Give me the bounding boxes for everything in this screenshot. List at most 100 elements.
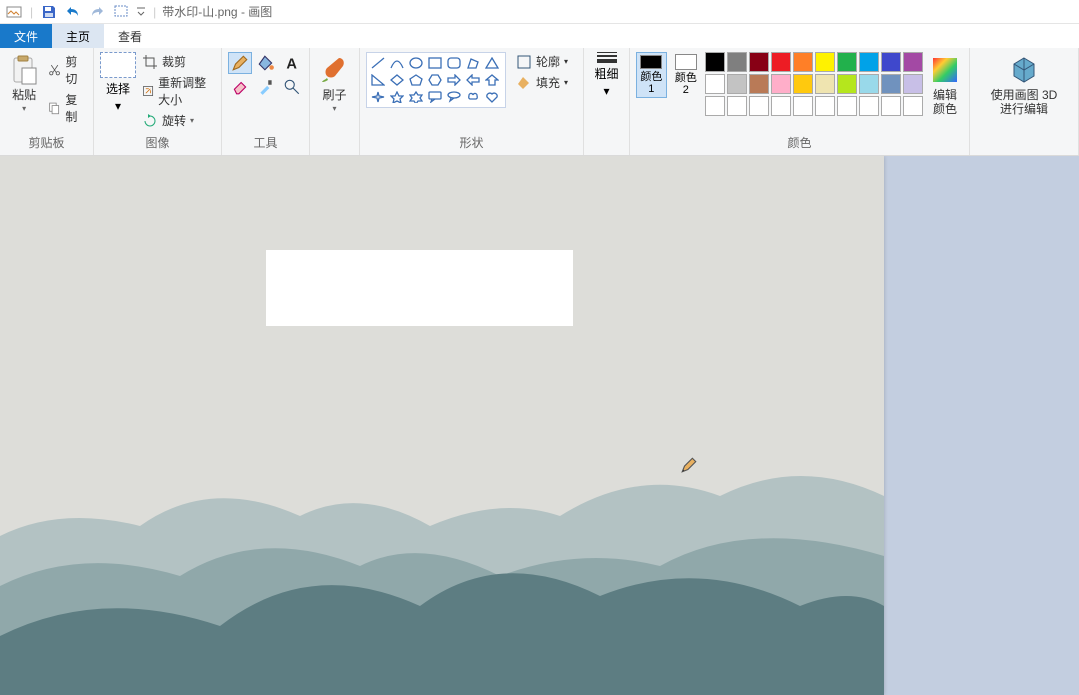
copy-button[interactable]: 复制 — [46, 90, 87, 126]
clipboard-icon — [8, 54, 40, 86]
canvas[interactable] — [0, 156, 884, 695]
shape-star6[interactable] — [407, 89, 425, 105]
save-icon[interactable] — [39, 2, 59, 22]
color1-button[interactable]: 颜色 1 — [636, 52, 667, 98]
shape-fill-button[interactable]: 填充▾ — [514, 73, 570, 92]
palette-swatch[interactable] — [815, 74, 835, 94]
eraser-tool[interactable] — [228, 76, 252, 98]
palette-swatch[interactable] — [771, 52, 791, 72]
selection-icon — [100, 52, 136, 78]
palette-swatch[interactable] — [837, 52, 857, 72]
group-shapes: 轮廓▾ 填充▾ 形状 — [360, 48, 584, 155]
color-picker-tool[interactable] — [254, 76, 278, 98]
shape-right-triangle[interactable] — [369, 72, 387, 88]
palette-swatch[interactable] — [705, 96, 725, 116]
shape-oval[interactable] — [407, 55, 425, 71]
palette-swatch[interactable] — [881, 96, 901, 116]
palette-swatch[interactable] — [859, 74, 879, 94]
palette-swatch[interactable] — [749, 74, 769, 94]
palette-swatch[interactable] — [793, 74, 813, 94]
shape-triangle[interactable] — [483, 55, 501, 71]
qat-selection-icon[interactable] — [111, 2, 131, 22]
paint3d-button[interactable]: 使用画图 3D 进行编辑 — [982, 52, 1066, 118]
palette-swatch[interactable] — [749, 96, 769, 116]
magnifier-tool[interactable] — [280, 76, 304, 98]
shape-curve[interactable] — [388, 55, 406, 71]
palette-swatch[interactable] — [837, 74, 857, 94]
edit-colors-button[interactable]: 编辑颜色 — [927, 52, 963, 118]
shape-arrow-left[interactable] — [464, 72, 482, 88]
fill-tool[interactable] — [254, 52, 278, 74]
palette-swatch[interactable] — [793, 52, 813, 72]
shape-line[interactable] — [369, 55, 387, 71]
svg-text:A: A — [286, 57, 297, 72]
shape-arrow-right[interactable] — [445, 72, 463, 88]
palette-swatch[interactable] — [815, 96, 835, 116]
palette-swatch[interactable] — [881, 52, 901, 72]
shape-arrow-up[interactable] — [483, 72, 501, 88]
shape-pentagon[interactable] — [407, 72, 425, 88]
shape-diamond[interactable] — [388, 72, 406, 88]
paint3d-icon — [1008, 54, 1040, 86]
brushes-button[interactable]: 刷子 ▾ — [316, 52, 353, 115]
paste-button[interactable]: 粘贴 ▾ — [6, 52, 42, 115]
tab-home[interactable]: 主页 — [52, 24, 104, 48]
shape-rect[interactable] — [426, 55, 444, 71]
palette-swatch[interactable] — [727, 74, 747, 94]
undo-icon[interactable] — [63, 2, 83, 22]
group-size: 粗细 ▾ — [584, 48, 630, 155]
chevron-down-icon: ▾ — [22, 104, 26, 113]
brush-icon — [319, 54, 351, 86]
palette-swatch[interactable] — [771, 96, 791, 116]
palette-swatch[interactable] — [881, 74, 901, 94]
palette-swatch[interactable] — [727, 52, 747, 72]
shape-hexagon[interactable] — [426, 72, 444, 88]
pencil-tool[interactable] — [228, 52, 252, 74]
shape-callout-round[interactable] — [445, 89, 463, 105]
color2-button[interactable]: 颜色 2 — [671, 52, 701, 98]
tab-view[interactable]: 查看 — [104, 24, 156, 48]
cut-button[interactable]: 剪切 — [46, 52, 87, 88]
rotate-button[interactable]: 旋转 ▾ — [140, 111, 215, 130]
palette-swatch[interactable] — [903, 96, 923, 116]
palette-swatch[interactable] — [727, 96, 747, 116]
redo-icon[interactable] — [87, 2, 107, 22]
qat-dropdown-icon[interactable] — [135, 2, 147, 22]
pencil-cursor-icon — [680, 456, 698, 474]
palette-swatch[interactable] — [859, 96, 879, 116]
palette-swatch[interactable] — [837, 96, 857, 116]
shape-roundrect[interactable] — [445, 55, 463, 71]
resize-button[interactable]: 重新调整大小 — [140, 73, 215, 109]
color-palette — [705, 52, 923, 116]
shape-callout-rect[interactable] — [426, 89, 444, 105]
palette-swatch[interactable] — [705, 52, 725, 72]
palette-swatch[interactable] — [705, 74, 725, 94]
color-wheel-icon — [929, 54, 961, 86]
palette-swatch[interactable] — [903, 74, 923, 94]
palette-swatch[interactable] — [859, 52, 879, 72]
size-button[interactable]: 粗细 ▾ — [591, 52, 623, 98]
shape-outline-button[interactable]: 轮廓▾ — [514, 52, 570, 71]
palette-swatch[interactable] — [815, 52, 835, 72]
group-tools: A 工具 — [222, 48, 310, 155]
shape-callout-cloud[interactable] — [464, 89, 482, 105]
text-tool[interactable]: A — [280, 52, 304, 74]
palette-swatch[interactable] — [749, 52, 769, 72]
shape-star5[interactable] — [388, 89, 406, 105]
crop-button[interactable]: 裁剪 — [140, 52, 215, 71]
shape-polygon[interactable] — [464, 55, 482, 71]
shapes-gallery[interactable] — [366, 52, 506, 108]
fill-icon — [516, 75, 532, 91]
outline-icon — [516, 54, 532, 70]
color1-swatch — [640, 55, 662, 69]
select-button[interactable]: 选择 ▾ — [100, 52, 136, 113]
palette-swatch[interactable] — [903, 52, 923, 72]
ribbon-tabs: 文件 主页 查看 — [0, 24, 1079, 48]
shape-star4[interactable] — [369, 89, 387, 105]
tab-file[interactable]: 文件 — [0, 24, 52, 48]
palette-swatch[interactable] — [793, 96, 813, 116]
workspace[interactable] — [0, 156, 1079, 695]
title-bar: | | 带水印-山.png - 画图 — [0, 0, 1079, 24]
palette-swatch[interactable] — [771, 74, 791, 94]
shape-heart[interactable] — [483, 89, 501, 105]
